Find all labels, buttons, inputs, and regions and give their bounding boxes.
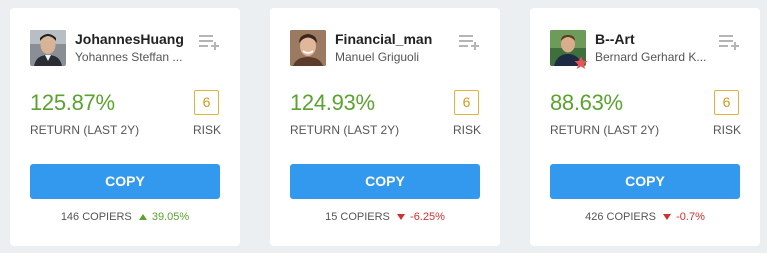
trader-card[interactable]: Financial_man Manuel Griguoli 124.93% RE… bbox=[270, 8, 500, 246]
copiers-change: -0.7% bbox=[676, 211, 705, 224]
avatar[interactable] bbox=[290, 30, 326, 66]
return-label: RETURN (LAST 2Y) bbox=[30, 123, 140, 137]
user-photo-icon bbox=[30, 30, 66, 66]
trader-username[interactable]: Financial_man bbox=[335, 31, 432, 47]
risk-score-badge: 6 bbox=[454, 90, 479, 115]
trader-full-name: Yohannes Steffan ... bbox=[75, 50, 183, 64]
trader-username[interactable]: B--Art bbox=[595, 31, 635, 47]
star-icon bbox=[574, 56, 588, 70]
user-photo-icon bbox=[290, 30, 326, 66]
arrow-down-icon bbox=[396, 214, 405, 221]
copiers-row: 146 COPIERS 39.05% bbox=[10, 211, 240, 223]
avatar[interactable] bbox=[30, 30, 66, 66]
trader-card[interactable]: B--Art Bernard Gerhard K... 88.63% RETUR… bbox=[530, 8, 760, 246]
copy-button[interactable]: COPY bbox=[290, 164, 480, 199]
return-label: RETURN (LAST 2Y) bbox=[290, 123, 400, 137]
copy-button[interactable]: COPY bbox=[30, 164, 220, 199]
return-label: RETURN (LAST 2Y) bbox=[550, 123, 660, 137]
trader-card[interactable]: JohannesHuang Yohannes Steffan ... 125.8… bbox=[10, 8, 240, 246]
copiers-row: 426 COPIERS -0.7% bbox=[530, 211, 760, 223]
arrow-up-icon bbox=[138, 214, 147, 221]
copiers-change: 39.05% bbox=[151, 211, 190, 224]
copiers-count: 426 COPIERS bbox=[585, 211, 657, 224]
copiers-row: 15 COPIERS -6.25% bbox=[270, 211, 500, 223]
copiers-change: -6.25% bbox=[410, 211, 445, 224]
risk-label: RISK bbox=[453, 123, 482, 137]
trader-username[interactable]: JohannesHuang bbox=[75, 31, 184, 47]
copy-button[interactable]: COPY bbox=[550, 164, 740, 199]
add-to-watchlist-icon[interactable] bbox=[199, 33, 221, 51]
trader-full-name: Manuel Griguoli bbox=[335, 50, 420, 64]
copiers-count: 15 COPIERS bbox=[325, 211, 390, 224]
risk-label: RISK bbox=[193, 123, 222, 137]
return-value: 125.87% bbox=[30, 90, 115, 115]
add-to-watchlist-icon[interactable] bbox=[719, 33, 741, 51]
risk-score-badge: 6 bbox=[194, 90, 219, 115]
return-value: 88.63% bbox=[550, 90, 623, 115]
risk-label: RISK bbox=[713, 123, 742, 137]
add-to-watchlist-icon[interactable] bbox=[459, 33, 481, 51]
risk-score-badge: 6 bbox=[714, 90, 739, 115]
arrow-down-icon bbox=[663, 214, 672, 221]
return-value: 124.93% bbox=[290, 90, 375, 115]
copiers-count: 146 COPIERS bbox=[60, 211, 132, 224]
trader-full-name: Bernard Gerhard K... bbox=[595, 50, 707, 64]
